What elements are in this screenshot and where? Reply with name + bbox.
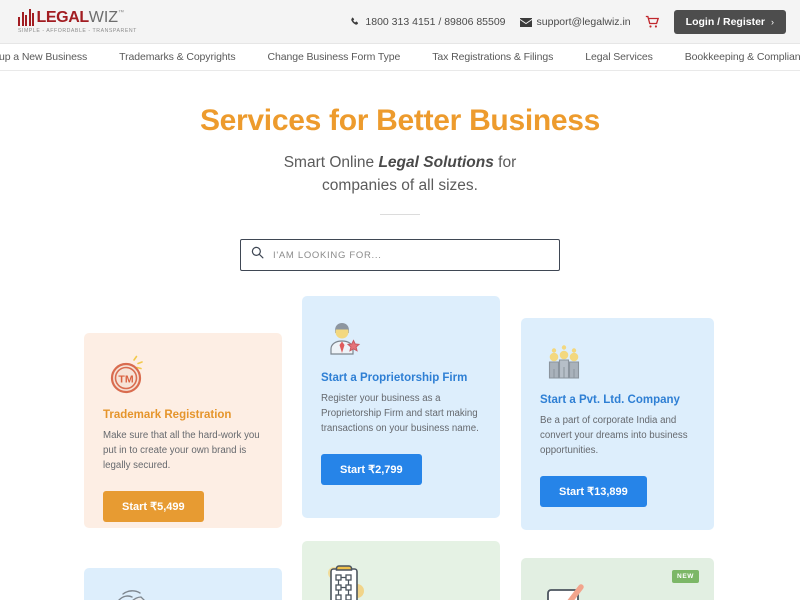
nav-item-trademarks-copyrights[interactable]: Trademarks & Copyrights (103, 51, 251, 63)
hero-subtitle-line2: companies of all sizes. (322, 177, 478, 194)
businessman-star-icon (321, 316, 481, 364)
logo-tagline: SIMPLE - AFFORDABLE - TRANSPARENT (18, 28, 137, 34)
status-badge-new: NEW (672, 570, 699, 583)
phone-icon (350, 17, 360, 27)
nav-item-change-business-form-type[interactable]: Change Business Form Type (252, 51, 417, 63)
trademark-tm-icon: TM (103, 353, 263, 401)
start-button[interactable]: Start ₹5,499 (103, 491, 204, 522)
service-card-trademark-registration[interactable]: TM Trademark Registration Make sure that… (84, 333, 282, 528)
hero-subtitle: Smart Online Legal Solutions for compani… (0, 151, 800, 197)
nav-item-bookkeeping-compliances[interactable]: Bookkeeping & Compliances (669, 51, 800, 63)
clipboard-flowchart-icon (321, 561, 481, 600)
nav-item-legal-services[interactable]: Legal Services (569, 51, 668, 63)
email-contact[interactable]: support@legalwiz.in (519, 16, 631, 28)
search-input[interactable] (273, 240, 549, 270)
service-card-digital-signature[interactable] (84, 568, 282, 600)
nav-item-tax-registrations-filings[interactable]: Tax Registrations & Filings (416, 51, 569, 63)
login-register-button[interactable]: Login / Register › (673, 10, 786, 34)
search-section (0, 239, 800, 271)
card-description: Register your business as a Proprietorsh… (321, 393, 479, 434)
people-group-icon (540, 338, 695, 386)
page-title: Services for Better Business (199, 104, 601, 137)
search-icon (251, 246, 264, 264)
mail-icon (519, 17, 532, 27)
logo-text-legal: LEGAL (36, 9, 90, 26)
email-address: support@legalwiz.in (536, 16, 631, 28)
hero-subtitle-pre: Smart Online (283, 154, 379, 171)
start-button[interactable]: Start ₹13,899 (540, 476, 647, 507)
top-bar: LEGAL WIZ ™ SIMPLE - AFFORDABLE - TRANSP… (0, 0, 800, 44)
hero-subtitle-emphasis: Legal Solutions (378, 154, 494, 171)
card-title: Start a Pvt. Ltd. Company (540, 394, 680, 406)
service-card-proprietorship-firm[interactable]: Start a Proprietorship Firm Register you… (302, 296, 500, 518)
hero-subtitle-post: for (493, 154, 517, 171)
card-description: Be a part of corporate India and convert… (540, 415, 688, 456)
logo-trademark-symbol: ™ (118, 10, 125, 16)
service-card-tax-new[interactable]: NEW (521, 558, 714, 600)
phone-contact[interactable]: 1800 313 4151 / 89806 85509 (350, 16, 506, 28)
logo-bars-icon (18, 9, 36, 26)
start-button[interactable]: Start ₹2,799 (321, 454, 422, 485)
hero-section: Services for Better Business Smart Onlin… (0, 71, 800, 215)
logo-text-wiz: WIZ (88, 9, 119, 26)
service-card-grid: TM Trademark Registration Make sure that… (0, 293, 800, 600)
search-box[interactable] (240, 239, 560, 271)
card-title: Trademark Registration (103, 409, 232, 421)
service-card-pvt-ltd-company[interactable]: Start a Pvt. Ltd. Company Be a part of c… (521, 318, 714, 530)
cart-icon[interactable] (645, 15, 660, 29)
login-register-label: Login / Register (685, 16, 765, 28)
hand-signature-icon (103, 588, 263, 600)
nav-item-setup-a-new-business[interactable]: Setup a New Business (0, 51, 103, 63)
chevron-right-icon: › (771, 17, 774, 27)
site-logo[interactable]: LEGAL WIZ ™ SIMPLE - AFFORDABLE - TRANSP… (18, 9, 137, 34)
card-description: Make sure that all the hard-work you put… (103, 430, 260, 471)
svg-text:TM: TM (118, 374, 133, 386)
main-navigation: Setup a New Business Trademarks & Copyri… (0, 44, 800, 71)
top-bar-right: 1800 313 4151 / 89806 85509 support@lega… (350, 0, 786, 44)
service-card-ssi-msme-registration[interactable]: SSI/MSME Registration (302, 541, 500, 600)
card-title: Start a Proprietorship Firm (321, 372, 468, 384)
phone-number: 1800 313 4151 / 89806 85509 (365, 16, 506, 28)
hero-divider (380, 214, 420, 215)
